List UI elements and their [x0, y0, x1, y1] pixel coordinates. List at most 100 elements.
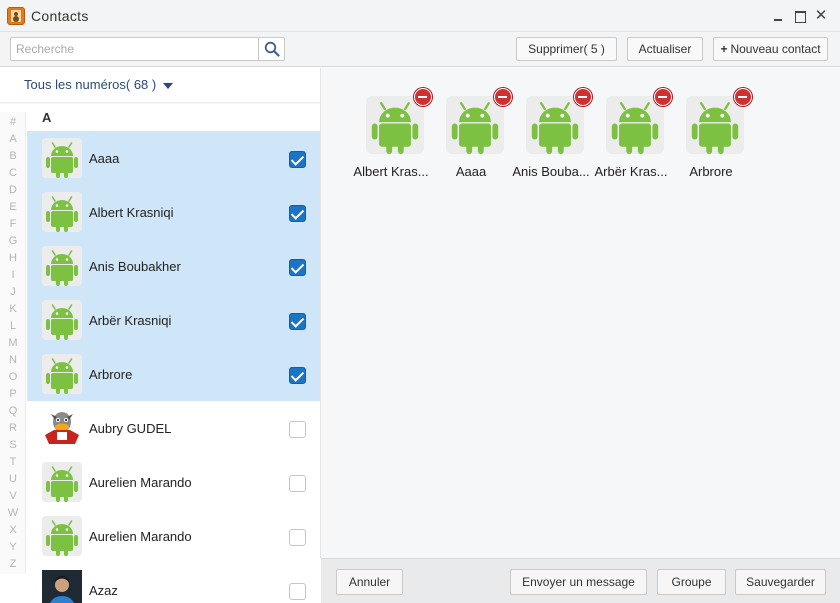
new-contact-label: Nouveau contact — [730, 42, 821, 56]
divider — [0, 102, 320, 104]
alphabet-letter[interactable]: R — [0, 422, 26, 434]
android-icon — [42, 300, 82, 340]
contact-checkbox[interactable] — [289, 475, 306, 492]
search-button[interactable] — [258, 38, 284, 60]
alphabet-letter[interactable]: B — [0, 150, 26, 162]
contact-name: Aurelien Marando — [89, 475, 192, 490]
delete-button[interactable]: Supprimer( 5 ) — [516, 37, 617, 61]
contact-row[interactable]: Aaaa — [27, 131, 320, 185]
alphabet-letter[interactable]: V — [0, 490, 26, 502]
contact-name: Aurelien Marando — [89, 529, 192, 544]
alphabet-letter[interactable]: W — [0, 507, 26, 519]
contact-checkbox[interactable] — [289, 259, 306, 276]
alphabet-letter[interactable]: # — [0, 116, 26, 128]
alphabet-letter[interactable]: N — [0, 354, 26, 366]
alphabet-letter[interactable]: F — [0, 218, 26, 230]
android-icon — [42, 516, 82, 556]
contact-checkbox[interactable] — [289, 151, 306, 168]
filter-dropdown[interactable]: Tous les numéros( 68 ) — [24, 77, 156, 92]
magnifier-icon — [264, 41, 280, 57]
refresh-button[interactable]: Actualiser — [627, 37, 703, 61]
plus-icon: + — [720, 42, 728, 56]
contact-row[interactable]: Azaz — [27, 563, 320, 603]
contact-row[interactable]: Arbrore — [27, 347, 320, 401]
android-icon — [42, 192, 82, 232]
alphabet-letter[interactable]: S — [0, 439, 26, 451]
alphabet-letter[interactable]: C — [0, 167, 26, 179]
chevron-down-icon[interactable] — [163, 83, 173, 89]
contact-checkbox[interactable] — [289, 421, 306, 438]
android-icon — [42, 246, 82, 286]
remove-icon[interactable] — [734, 88, 752, 106]
alphabet-index: # A B C D E F G H I J K L M N O P Q R S T U V W X Y Z — [0, 112, 26, 574]
contact-row[interactable]: Arbër Krasniqi — [27, 293, 320, 347]
contact-row[interactable]: Anis Boubakher — [27, 239, 320, 293]
alphabet-letter[interactable]: Y — [0, 541, 26, 553]
contact-name: Azaz — [89, 583, 118, 598]
tile-name: Arbrore — [689, 164, 733, 179]
alphabet-letter[interactable]: Q — [0, 405, 26, 417]
maximize-icon[interactable] — [793, 8, 807, 24]
alphabet-letter[interactable]: O — [0, 371, 26, 383]
group-button[interactable]: Groupe — [657, 569, 726, 595]
cancel-button[interactable]: Annuler — [336, 569, 403, 595]
send-message-button[interactable]: Envoyer un message — [510, 569, 647, 595]
tile-name: Albert Kras... — [353, 164, 429, 179]
alphabet-letter[interactable]: L — [0, 320, 26, 332]
contact-row[interactable]: Aurelien Marando — [27, 455, 320, 509]
android-icon — [42, 462, 82, 502]
contacts-book-icon — [7, 7, 25, 25]
save-button[interactable]: Sauvegarder — [735, 569, 826, 595]
selected-contact-tile[interactable]: Arbrore — [668, 88, 754, 184]
android-icon — [686, 96, 744, 154]
close-icon[interactable]: ✕ — [814, 8, 828, 24]
contact-checkbox[interactable] — [289, 313, 306, 330]
alphabet-letter[interactable]: E — [0, 201, 26, 213]
tile-name: Arbër Kras... — [594, 164, 668, 179]
search-input[interactable] — [11, 38, 259, 60]
contact-checkbox[interactable] — [289, 367, 306, 384]
android-icon — [606, 96, 664, 154]
contact-name: Aaaa — [89, 151, 120, 166]
contact-checkbox[interactable] — [289, 205, 306, 222]
contact-name: Anis Boubakher — [89, 259, 181, 274]
alphabet-letter[interactable]: Z — [0, 558, 26, 570]
selected-contact-tile[interactable]: Anis Bouba... — [508, 88, 594, 184]
android-icon — [446, 96, 504, 154]
alphabet-letter[interactable]: P — [0, 388, 26, 400]
alphabet-letter[interactable]: X — [0, 524, 26, 536]
alphabet-letter[interactable]: T — [0, 456, 26, 468]
window-title: Contacts — [31, 8, 89, 24]
selected-contact-tile[interactable]: Albert Kras... — [348, 88, 434, 184]
alphabet-letter[interactable]: H — [0, 252, 26, 264]
person-photo — [42, 570, 82, 603]
alphabet-letter[interactable]: A — [0, 133, 26, 145]
alphabet-letter[interactable]: K — [0, 303, 26, 315]
selected-contact-tile[interactable]: Arbër Kras... — [588, 88, 674, 184]
alphabet-letter[interactable]: U — [0, 473, 26, 485]
minimize-icon[interactable] — [771, 8, 785, 24]
new-contact-button[interactable]: + Nouveau contact — [713, 37, 828, 61]
alphabet-letter[interactable]: D — [0, 184, 26, 196]
alphabet-letter[interactable]: J — [0, 286, 26, 298]
selected-contacts-panel: Albert Kras... Aaaa Anis Bouba... Arbër Kra… — [320, 68, 840, 558]
selected-contact-tile[interactable]: Aaaa — [428, 88, 514, 184]
contact-row[interactable]: Aubry GUDEL — [27, 401, 320, 455]
tile-name: Aaaa — [455, 164, 487, 179]
contact-name: Aubry GUDEL — [89, 421, 172, 436]
toolbar: Supprimer( 5 ) Actualiser +Nouveau conta… — [0, 32, 840, 67]
filter-bar: Tous les numéros( 68 ) — [0, 68, 320, 102]
contact-row[interactable]: Albert Krasniqi — [27, 185, 320, 239]
alphabet-letter[interactable]: I — [0, 269, 26, 281]
action-bar: Annuler Envoyer un message Groupe Sauveg… — [321, 558, 840, 603]
alphabet-letter[interactable]: M — [0, 337, 26, 349]
title-bar: Contacts ✕ — [0, 0, 840, 32]
android-icon — [366, 96, 424, 154]
cartoon-photo — [42, 408, 82, 448]
contact-name: Albert Krasniqi — [89, 205, 174, 220]
alphabet-letter[interactable]: G — [0, 235, 26, 247]
contact-checkbox[interactable] — [289, 583, 306, 600]
search-box — [10, 37, 285, 61]
contact-row[interactable]: Aurelien Marando — [27, 509, 320, 563]
contact-checkbox[interactable] — [289, 529, 306, 546]
